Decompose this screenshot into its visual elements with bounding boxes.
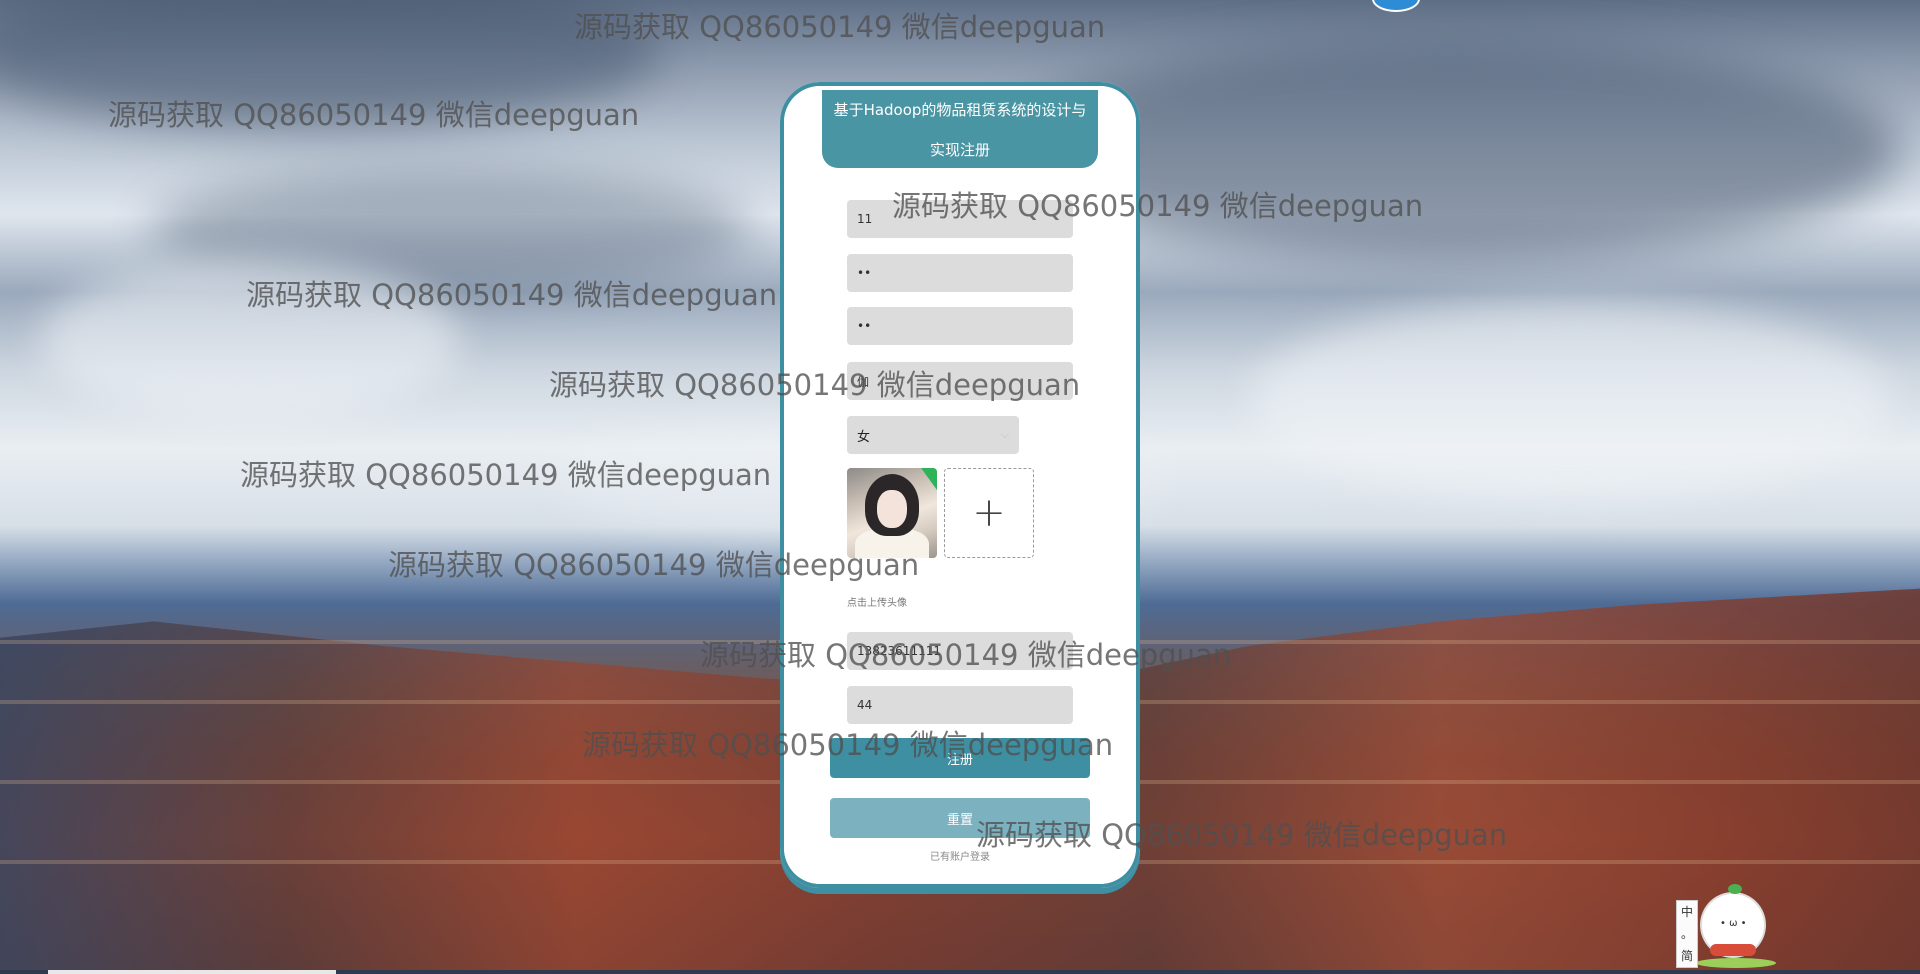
avatar-upload-button[interactable]: + [944,468,1034,558]
account-field[interactable]: 11 [847,200,1073,238]
password-field[interactable]: •• [847,254,1073,292]
upload-hint: 点击上传头像 [847,598,907,609]
mascot-widget[interactable]: 中 。 简 • ω • [1676,884,1776,968]
watermark-text: 源码获取 QQ86050149 微信deepguan [240,458,772,492]
watermark-text: 源码获取 QQ86050149 微信deepguan [246,278,778,312]
name-field[interactable]: 伽 [847,362,1073,400]
gender-select[interactable]: 女 ⌵ [847,416,1019,454]
gender-value: 女 [857,429,871,445]
plus-icon: + [972,490,1006,536]
form-title: 基于Hadoop的物品租赁系统的设计与实现注册 [822,90,1098,168]
avatar-preview[interactable] [847,468,937,558]
register-button[interactable]: 注册 [830,738,1090,778]
reset-button[interactable]: 重置 [830,798,1090,838]
floating-badge[interactable] [1372,0,1420,12]
login-link[interactable]: 已有账户登录 [780,848,1140,863]
phone-field[interactable]: 13823611111 [847,632,1073,670]
register-card: 基于Hadoop的物品租赁系统的设计与实现注册 11 •• •• 伽 女 ⌵ +… [780,82,1140,888]
mascot-sign: 中 。 简 [1676,900,1698,968]
watermark-text: 源码获取 QQ86050149 微信deepguan [108,98,640,132]
mascot-face: • ω • [1720,918,1747,929]
bottom-bar-highlight [48,970,336,974]
confirm-password-field[interactable]: •• [847,307,1073,345]
watermark-text: 源码获取 QQ86050149 微信deepguan [574,10,1106,44]
chevron-down-icon: ⌵ [1000,428,1009,441]
id-card-field[interactable]: 44 [847,686,1073,724]
